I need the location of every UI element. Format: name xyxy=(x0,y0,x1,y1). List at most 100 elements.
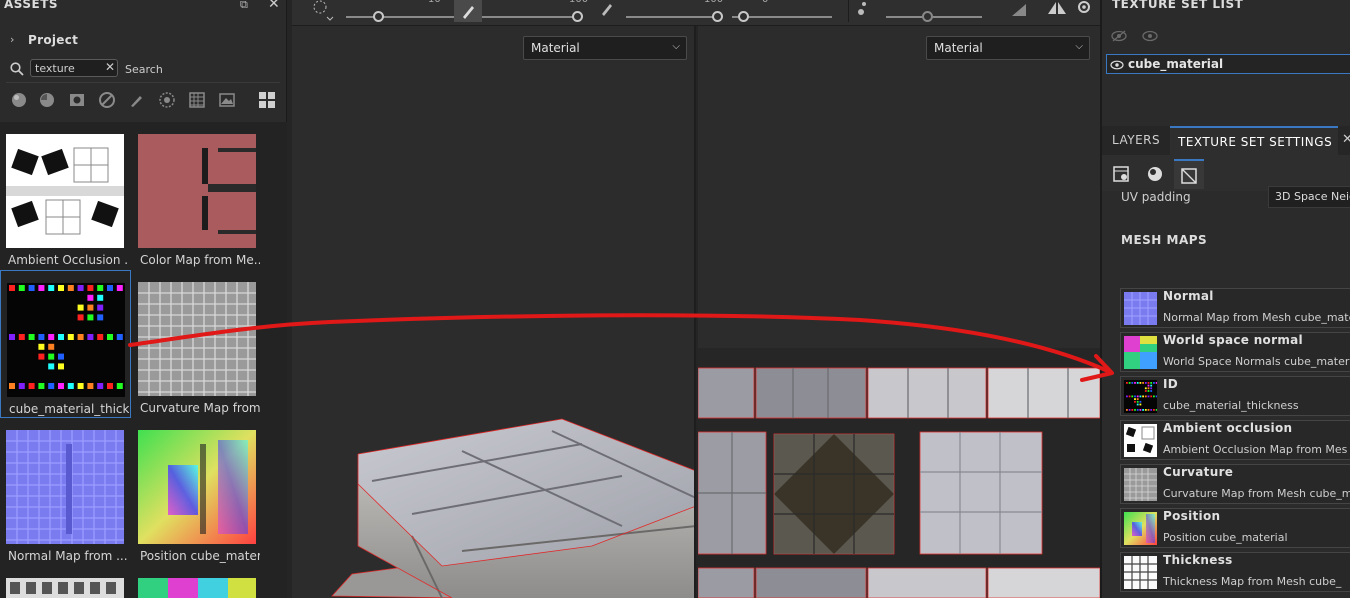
lazy-mouse-icon[interactable] xyxy=(1008,0,1030,22)
mesh-map-name: Ambient occlusion xyxy=(1163,421,1293,435)
normal-map-thumbnail xyxy=(6,430,124,544)
environment-icon[interactable] xyxy=(218,91,236,109)
mesh-map-source: Normal Map from Mesh cube_mate xyxy=(1163,311,1350,324)
world-space-normal-thumbnail xyxy=(1124,336,1157,369)
normal-map-thumbnail xyxy=(1124,292,1157,325)
material-sphere-icon[interactable] xyxy=(10,91,28,109)
asset-name: Curvature Map from... xyxy=(140,401,260,415)
assets-panel: ASSETS ⧉ ✕ › Project ✕ Search xyxy=(0,0,287,598)
asset-filter-bar xyxy=(6,82,280,114)
texture-icon[interactable] xyxy=(188,91,206,109)
settings-gear-icon[interactable] xyxy=(1074,0,1094,18)
mesh-maps-list: Normal Normal Map from Mesh cube_mate Wo… xyxy=(1102,0,1350,598)
mesh-map-name: Normal xyxy=(1163,289,1214,303)
uv-layout xyxy=(698,348,1100,598)
search-label: Search xyxy=(125,63,163,76)
smart-material-icon[interactable] xyxy=(38,91,56,109)
ao-map-thumbnail xyxy=(1124,424,1157,457)
grid-view-icon[interactable] xyxy=(258,91,276,109)
pen-pressure-toggle[interactable] xyxy=(454,0,482,22)
pen-icon[interactable] xyxy=(599,1,615,17)
mesh-map-source: Curvature Map from Mesh cube_m xyxy=(1163,487,1350,500)
asset-tile[interactable]: Position cube_mater... xyxy=(132,418,260,564)
mesh-map-slot-world-space-normal[interactable]: World space normal World Space Normals c… xyxy=(1120,332,1350,372)
search-icon xyxy=(10,62,24,76)
project-label: Project xyxy=(28,33,79,47)
size-slider-knob[interactable] xyxy=(373,11,384,22)
mesh-map-slot-id[interactable]: ID cube_material_thickness xyxy=(1120,376,1350,416)
asset-name: Normal Map from ... xyxy=(8,549,128,563)
mesh-map-slot-normal[interactable]: Normal Normal Map from Mesh cube_mate xyxy=(1120,288,1350,328)
mesh-map-slot-position[interactable]: Position Position cube_material xyxy=(1120,508,1350,548)
viewport-mode-label: Material xyxy=(934,41,983,55)
assets-header: ASSETS ⧉ ✕ xyxy=(0,0,287,14)
2d-uv-viewport[interactable]: Material ⌵ xyxy=(698,26,1100,598)
clear-search-icon[interactable]: ✕ xyxy=(105,60,115,74)
curvature-map-thumbnail xyxy=(1124,468,1157,501)
asset-name: Color Map from Me... xyxy=(140,253,260,267)
right-dock: TEXTURE SET LIST cube_material LAYERS TE… xyxy=(1100,0,1350,598)
mesh-map-name: Thickness xyxy=(1163,553,1233,567)
asset-name: cube_material_thick... xyxy=(9,402,129,416)
mirror-symmetry-icon[interactable] xyxy=(1046,0,1068,18)
world-normal-thumbnail-partial xyxy=(138,578,256,598)
spacing-value: 0 xyxy=(762,0,768,5)
asset-tile-selected[interactable]: cube_material_thick... xyxy=(0,270,131,418)
position-map-thumbnail xyxy=(138,430,256,544)
chevron-right-icon[interactable]: › xyxy=(10,33,14,46)
ao-map-thumbnail xyxy=(6,134,124,248)
mesh-map-source: Ambient Occlusion Map from Mes xyxy=(1163,443,1348,456)
filter-icon[interactable] xyxy=(98,91,116,109)
alpha-icon[interactable] xyxy=(158,91,176,109)
jitter-slider-knob[interactable] xyxy=(922,11,933,22)
ao-map-thumbnail-partial xyxy=(6,578,124,598)
symmetry-dots-icon[interactable] xyxy=(858,0,876,18)
position-map-thumbnail xyxy=(1124,512,1157,545)
mesh-map-name: World space normal xyxy=(1163,333,1303,347)
brush-icon[interactable] xyxy=(128,91,146,109)
3d-cube-model xyxy=(331,418,694,598)
detach-icon[interactable]: ⧉ xyxy=(240,0,248,12)
mesh-map-source: Position cube_material xyxy=(1163,531,1288,544)
asset-grid: Ambient Occlusion ... Color Map from Me.… xyxy=(0,122,287,598)
size-value: 10 xyxy=(428,0,441,5)
stroke-opacity-slider-knob[interactable] xyxy=(712,11,723,22)
search-input[interactable] xyxy=(35,61,101,75)
spacing-slider-knob[interactable] xyxy=(738,11,749,22)
color-map-thumbnail xyxy=(138,134,256,248)
asset-tile[interactable]: Curvature Map from... xyxy=(132,270,260,416)
brush-shape-icon[interactable] xyxy=(312,0,334,22)
viewport-mode-dropdown[interactable]: Material ⌵ xyxy=(926,36,1090,60)
3d-viewport[interactable]: Material ⌵ xyxy=(292,26,696,598)
id-map-thumbnail xyxy=(7,283,125,397)
chevron-down-icon: ⌵ xyxy=(1075,41,1083,52)
mesh-map-slot-thickness[interactable]: Thickness Thickness Map from Mesh cube_ xyxy=(1120,552,1350,592)
mesh-map-name: ID xyxy=(1163,377,1179,391)
mesh-map-slot-curvature[interactable]: Curvature Curvature Map from Mesh cube_m xyxy=(1120,464,1350,504)
mesh-map-slot-ambient-occlusion[interactable]: Ambient occlusion Ambient Occlusion Map … xyxy=(1120,420,1350,460)
flow-slider-knob[interactable] xyxy=(572,11,583,22)
mesh-map-source: Thickness Map from Mesh cube_ xyxy=(1163,575,1342,588)
stroke-opacity-slider-track[interactable] xyxy=(626,16,720,18)
curvature-map-thumbnail xyxy=(138,282,256,396)
assets-title: ASSETS xyxy=(4,0,59,11)
mesh-map-source: cube_material_thickness xyxy=(1163,399,1299,412)
mesh-map-source: World Space Normals cube_mater xyxy=(1163,355,1350,368)
thickness-map-thumbnail xyxy=(1124,556,1157,589)
toolbar-divider xyxy=(848,0,849,22)
tool-properties-bar: 10 100 100 0 xyxy=(292,0,1100,26)
asset-tile[interactable]: Color Map from Me... xyxy=(132,122,260,268)
asset-tile[interactable]: Ambient Occlusion ... xyxy=(0,122,128,268)
mesh-map-name: Curvature xyxy=(1163,465,1234,479)
asset-name: Position cube_mater... xyxy=(140,549,260,563)
asset-tile[interactable]: Normal Map from ... xyxy=(0,418,128,564)
stroke-opacity-value: 100 xyxy=(704,0,723,5)
jitter-slider-track[interactable] xyxy=(886,16,982,18)
close-icon[interactable]: ✕ xyxy=(268,0,280,12)
flow-value: 100 xyxy=(569,0,588,5)
pen-icon xyxy=(463,6,474,19)
asset-name: Ambient Occlusion ... xyxy=(8,253,128,267)
smart-mask-icon[interactable] xyxy=(68,91,86,109)
id-map-thumbnail xyxy=(1124,380,1157,413)
search-field[interactable]: ✕ xyxy=(30,59,118,77)
